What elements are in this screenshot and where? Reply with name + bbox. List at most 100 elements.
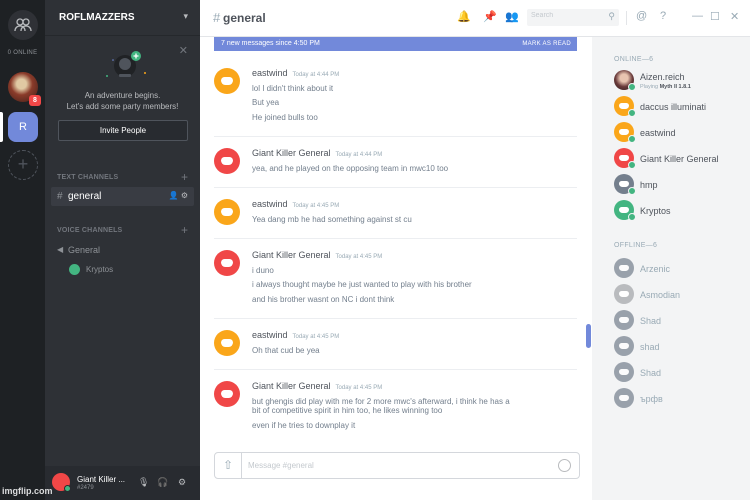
message-author[interactable]: eastwind Today at 4:45 PM	[252, 199, 339, 209]
message-author[interactable]: eastwind Today at 4:44 PM	[252, 68, 339, 78]
avatar[interactable]	[614, 284, 634, 304]
mention-icon[interactable]: @	[636, 10, 647, 22]
guild-header[interactable]: ROFLMAZZERS ▾	[45, 0, 200, 36]
user-panel: Giant Killer ... #2479 🎙 🎧 ⚙	[45, 466, 200, 500]
avatar[interactable]	[214, 199, 240, 225]
status-online-icon	[628, 135, 636, 143]
message-input[interactable]	[248, 461, 548, 470]
invite-people-button[interactable]: Invite People	[58, 120, 188, 141]
member-name[interactable]: ърфв	[640, 394, 663, 404]
avatar[interactable]	[214, 381, 240, 407]
upload-icon: ⇧	[222, 458, 234, 472]
message-text: But yea	[252, 98, 280, 107]
hash-icon: #	[213, 10, 221, 25]
voice-user-name[interactable]: Kryptos	[86, 265, 113, 274]
gear-icon[interactable]: ⚙	[181, 191, 188, 200]
search-box: ⚲	[527, 9, 619, 26]
message-divider	[214, 238, 577, 239]
voice-channels-category[interactable]: VOICE CHANNELS	[57, 227, 122, 234]
status-online-icon	[628, 187, 636, 195]
chevron-down-icon: ▾	[183, 11, 188, 21]
watermark: imgflip.com	[2, 486, 53, 496]
close-window-icon[interactable]: ✕	[730, 10, 739, 23]
close-icon[interactable]: ✕	[179, 44, 188, 57]
offline-header: OFFLINE—6	[614, 242, 658, 249]
message-divider	[214, 136, 577, 137]
minimize-icon[interactable]: —	[692, 10, 703, 22]
avatar[interactable]	[614, 336, 634, 356]
message-text: Yea dang mb he had something against st …	[252, 215, 412, 224]
adventure-illustration	[106, 51, 146, 77]
member-name[interactable]: Shad	[640, 368, 661, 378]
avatar[interactable]	[614, 310, 634, 330]
text-channels-category[interactable]: TEXT CHANNELS	[57, 174, 118, 181]
member-name[interactable]: hmp	[640, 180, 658, 190]
speaker-icon: ◀	[57, 245, 64, 254]
user-tag: #2479	[77, 485, 94, 491]
bell-icon[interactable]: 🔔	[457, 10, 471, 23]
member-name[interactable]: Asmodian	[640, 290, 680, 300]
avatar[interactable]	[214, 68, 240, 94]
headphones-icon[interactable]: 🎧	[157, 477, 168, 488]
chat-scrollbar[interactable]	[586, 324, 591, 348]
message-divider	[214, 369, 577, 370]
upload-button[interactable]: ⇧	[215, 453, 242, 478]
message-timestamp: Today at 4:44 PM	[335, 152, 383, 158]
status-online-icon	[628, 109, 636, 117]
search-icon[interactable]: ⚲	[608, 11, 615, 22]
message-author[interactable]: Giant Killer General Today at 4:45 PM	[252, 381, 382, 391]
message-composer: ⇧	[214, 452, 580, 479]
channel-title: general	[223, 11, 266, 25]
message-text: bit of competitive spirit in him too, he…	[252, 406, 443, 415]
message-author[interactable]: eastwind Today at 4:45 PM	[252, 330, 339, 340]
member-name[interactable]: Aizen.reich	[640, 72, 685, 82]
help-icon[interactable]: ?	[660, 10, 666, 22]
new-messages-text: 7 new messages since 4:50 PM	[221, 40, 320, 47]
add-voice-channel-icon[interactable]: +	[181, 223, 188, 237]
member-list: ONLINE—6 Aizen.reich Playing Myth II 1.8…	[592, 37, 750, 500]
members-icon[interactable]: 👥	[505, 10, 519, 23]
server-icon-roflmazzers[interactable]: R	[8, 112, 38, 142]
selected-server-indicator	[0, 112, 3, 142]
gear-icon[interactable]: ⚙	[178, 477, 186, 488]
add-user-icon[interactable]: 👤	[169, 191, 179, 200]
member-name[interactable]: Shad	[640, 316, 661, 326]
voice-channel-general[interactable]: General	[68, 245, 100, 255]
message-text: but ghengis did play with me for 2 more …	[252, 397, 510, 406]
search-input[interactable]	[531, 12, 601, 19]
add-text-channel-icon[interactable]: +	[181, 170, 188, 184]
channel-name: general	[68, 191, 102, 202]
member-name[interactable]: shad	[640, 342, 660, 352]
message-author[interactable]: Giant Killer General Today at 4:44 PM	[252, 148, 382, 158]
maximize-icon[interactable]: ☐	[710, 10, 720, 23]
pin-icon[interactable]: 📌	[483, 10, 497, 23]
message-text: and his brother wasnt on NC i dont think	[252, 295, 395, 304]
message-author[interactable]: Giant Killer General Today at 4:45 PM	[252, 250, 382, 260]
message-timestamp: Today at 4:45 PM	[335, 385, 383, 391]
new-messages-bar[interactable]: 7 new messages since 4:50 PM MARK AS REA…	[214, 37, 577, 51]
avatar[interactable]	[214, 148, 240, 174]
avatar[interactable]	[614, 258, 634, 278]
channel-settings-icons[interactable]: 👤 ⚙	[169, 191, 188, 200]
avatar[interactable]	[214, 250, 240, 276]
add-server-button[interactable]: +	[8, 150, 38, 180]
status-online-icon	[628, 213, 636, 221]
avatar[interactable]	[214, 330, 240, 356]
hash-icon: #	[57, 191, 63, 202]
avatar[interactable]	[614, 388, 634, 408]
message-text: i always thought maybe he just wanted to…	[252, 280, 472, 289]
mark-as-read-button[interactable]: MARK AS READ	[522, 37, 571, 51]
emoji-icon[interactable]	[558, 459, 571, 472]
member-name[interactable]: eastwind	[640, 128, 676, 138]
status-online-icon	[628, 161, 636, 169]
plus-icon: +	[17, 154, 29, 174]
message-timestamp: Today at 4:44 PM	[292, 72, 340, 78]
member-name[interactable]: Kryptos	[640, 206, 671, 216]
avatar[interactable]	[614, 362, 634, 382]
member-name[interactable]: Arzenic	[640, 264, 670, 274]
friends-icon	[14, 18, 32, 32]
member-name[interactable]: Giant Killer General	[640, 154, 719, 164]
friends-button[interactable]	[8, 10, 38, 40]
member-name[interactable]: daccus illuminati	[640, 102, 706, 112]
microphone-icon[interactable]: 🎙	[138, 477, 149, 488]
